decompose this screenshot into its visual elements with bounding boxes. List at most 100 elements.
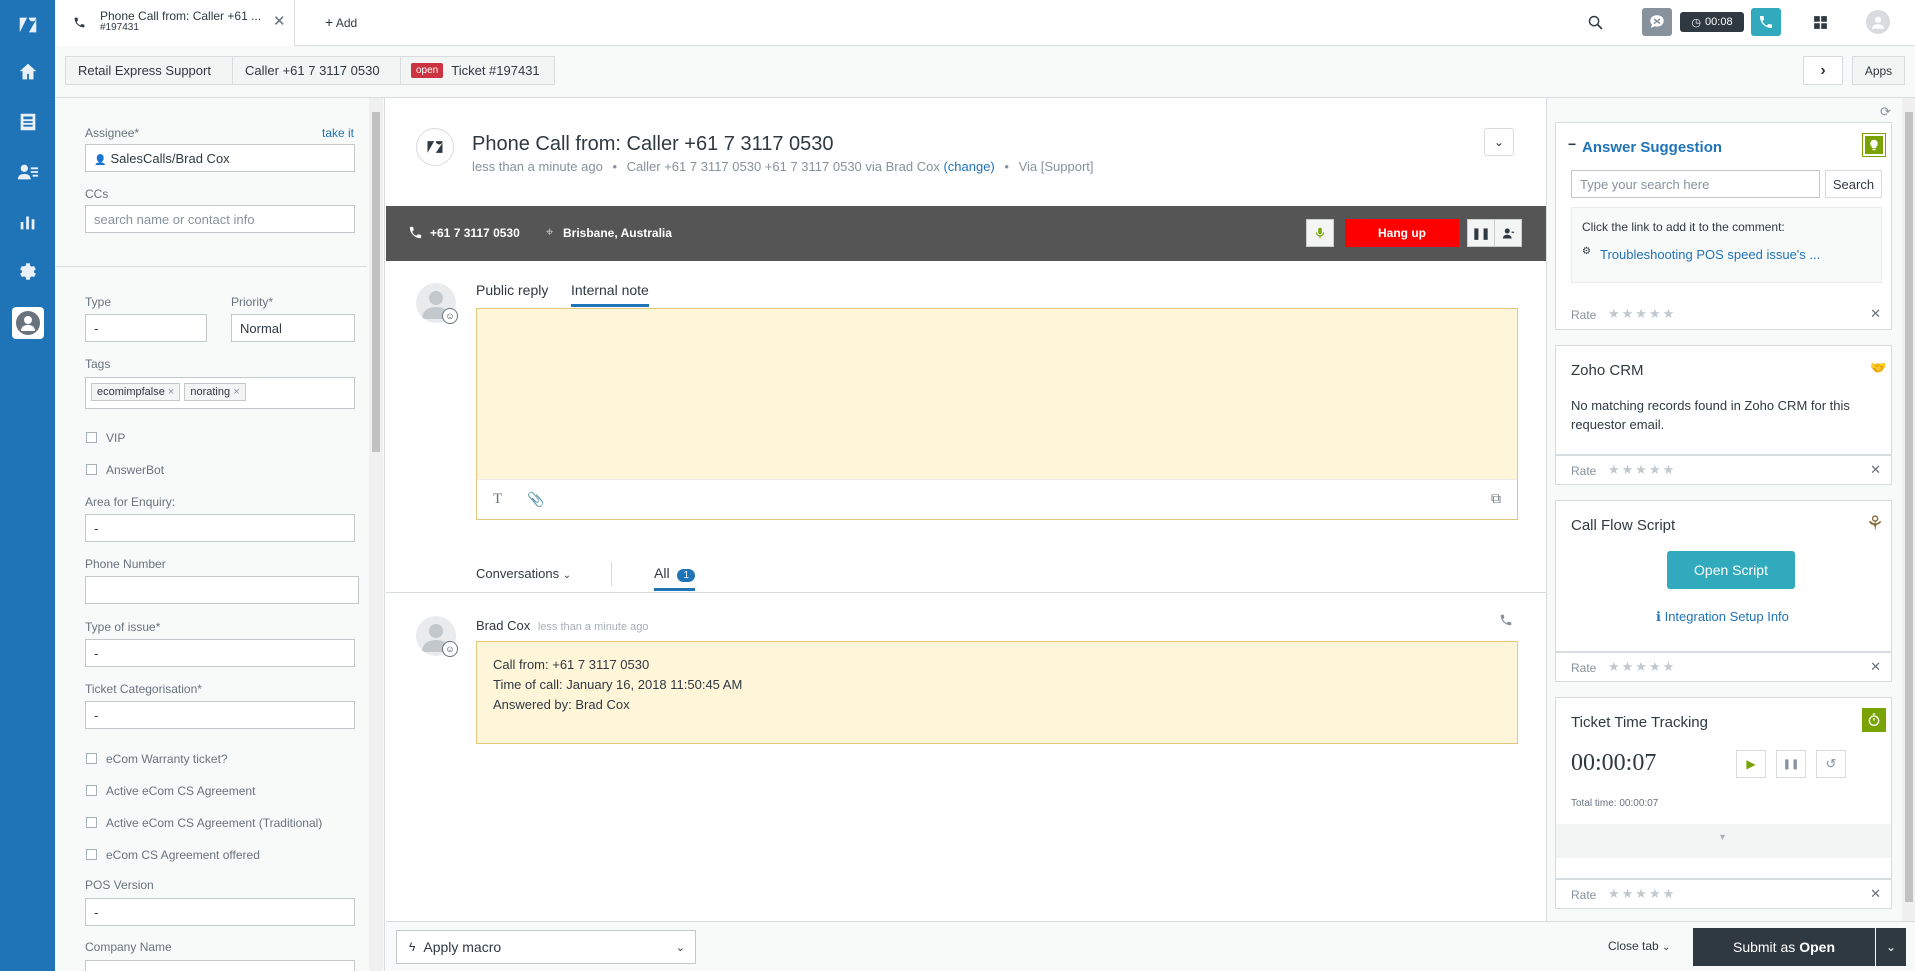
tag-remove-icon[interactable]: ×	[168, 386, 174, 398]
zoho-message: No matching records found in Zoho CRM fo…	[1571, 398, 1850, 432]
area-select[interactable]: -	[85, 514, 355, 542]
breadcrumb-caller[interactable]: Caller +61 7 3117 0530	[232, 56, 401, 85]
comment-author[interactable]: Brad Cox	[476, 618, 530, 633]
refresh-icon[interactable]: ⟳	[1880, 104, 1891, 120]
assignee-field[interactable]: 👤 SalesCalls/Brad Cox	[85, 144, 355, 172]
toggle-apps-button[interactable]: ›	[1803, 56, 1843, 85]
take-it-link[interactable]: take it	[322, 126, 354, 140]
scrollbar-thumb[interactable]	[372, 112, 380, 452]
zoho-crm-app: Zoho CRM 🤝 No matching records found in …	[1555, 345, 1892, 455]
right-scrollbar[interactable]	[1902, 98, 1915, 921]
scrollbar-thumb[interactable]	[1905, 112, 1913, 902]
text-format-icon[interactable]: T	[493, 491, 502, 508]
expand-history-toggle[interactable]: ▾	[1556, 824, 1891, 858]
tags-input[interactable]: ecomimpfalse × norating ×	[85, 377, 355, 409]
company-input[interactable]	[85, 960, 355, 971]
app-user-icon	[11, 307, 44, 339]
pos-select[interactable]: -	[85, 898, 355, 926]
microphone-icon[interactable]	[1306, 219, 1334, 247]
ecom-offered-checkbox[interactable]	[86, 849, 97, 860]
vip-checkbox[interactable]	[86, 432, 97, 443]
apply-macro-select[interactable]: ϟ Apply macro ⌄	[396, 930, 696, 964]
admin-gear-icon[interactable]	[0, 247, 55, 297]
integration-info-link[interactable]: ℹ Integration Setup Info	[1656, 609, 1789, 625]
hold-pause-icon[interactable]: ❚❚	[1467, 219, 1495, 247]
time-tracking-title: Ticket Time Tracking	[1571, 714, 1708, 731]
ticket-options-button[interactable]: ⌄	[1484, 128, 1514, 156]
close-tab-icon[interactable]: ✕	[273, 12, 286, 30]
submit-options-button[interactable]: ⌄	[1876, 928, 1906, 966]
open-script-button[interactable]: Open Script	[1667, 551, 1795, 589]
close-icon[interactable]: ✕	[1870, 462, 1881, 478]
product-tray-icon[interactable]	[1810, 12, 1830, 32]
ccs-label: CCs	[85, 187, 109, 201]
apps-button[interactable]: Apps	[1852, 56, 1905, 85]
pause-icon[interactable]: ❚❚	[1776, 750, 1806, 778]
active-ecom-trad-label: Active eCom CS Agreement (Traditional)	[106, 816, 323, 830]
close-icon[interactable]: ✕	[1870, 886, 1881, 902]
action-bar: ϟ Apply macro ⌄ Close tab ⌄ Submit as Ope…	[386, 921, 1915, 971]
hang-up-button[interactable]: Hang up	[1345, 219, 1459, 247]
issue-select[interactable]: -	[85, 639, 355, 667]
answer-search-input[interactable]: Type your search here	[1571, 170, 1820, 198]
rating-stars[interactable]: ★★★★★	[1608, 306, 1676, 322]
tag-label: norating	[190, 386, 231, 398]
rate-row: Rate ★★★★★ ✕	[1555, 652, 1892, 682]
add-tab-button[interactable]: + Add	[325, 14, 357, 30]
home-icon[interactable]	[0, 47, 55, 97]
collapse-icon[interactable]: −	[1568, 136, 1576, 152]
tag-remove-icon[interactable]: ×	[233, 386, 239, 398]
ccs-input[interactable]: search name or contact info	[85, 205, 355, 233]
active-ecom-trad-checkbox[interactable]	[86, 817, 97, 828]
close-icon[interactable]: ✕	[1870, 659, 1881, 675]
conversations-filter[interactable]: Conversations ⌄	[476, 566, 571, 581]
close-tab-dropdown[interactable]: Close tab ⌄	[1608, 939, 1670, 953]
phone-input[interactable]	[85, 576, 359, 604]
chat-status-icon[interactable]	[1642, 8, 1672, 36]
play-icon[interactable]: ▶	[1736, 750, 1766, 778]
ticket-tab[interactable]: Phone Call from: Caller +61 ... #197431 …	[55, 0, 295, 46]
ecom-warranty-checkbox[interactable]	[86, 753, 97, 764]
transfer-user-icon[interactable]	[1494, 219, 1522, 247]
breadcrumb-org[interactable]: Retail Express Support	[65, 56, 233, 85]
chevron-down-icon: ▾	[1720, 832, 1726, 843]
tab-all[interactable]: All 1	[654, 565, 696, 591]
answerbot-checkbox[interactable]	[86, 464, 97, 475]
nav-app-button[interactable]	[0, 297, 55, 349]
change-link[interactable]: (change)	[943, 159, 994, 174]
type-select[interactable]: -	[85, 314, 207, 342]
talk-phone-icon[interactable]	[1751, 8, 1781, 36]
attachment-icon[interactable]: 📎	[527, 491, 544, 508]
tab-public-reply[interactable]: Public reply	[476, 282, 548, 298]
total-time-label: Total time:	[1571, 798, 1617, 809]
close-icon[interactable]: ✕	[1870, 306, 1881, 322]
user-avatar-icon[interactable]	[1866, 10, 1890, 34]
answer-search-button[interactable]: Search	[1825, 170, 1882, 198]
customers-icon[interactable]	[0, 147, 55, 197]
left-scrollbar[interactable]	[369, 98, 383, 971]
categorisation-select[interactable]: -	[85, 701, 355, 729]
vip-label: VIP	[106, 431, 126, 445]
integration-puzzle-icon[interactable]: ⧉	[1491, 490, 1501, 507]
rating-stars[interactable]: ★★★★★	[1608, 462, 1676, 478]
rating-stars[interactable]: ★★★★★	[1608, 886, 1676, 902]
submit-button[interactable]: Submit as Open	[1693, 928, 1875, 966]
rating-stars[interactable]: ★★★★★	[1608, 659, 1676, 675]
tab-internal-note[interactable]: Internal note	[571, 282, 649, 307]
tags-label: Tags	[85, 357, 111, 371]
zoho-logo-icon: 🤝	[1870, 360, 1887, 375]
suggestion-link[interactable]: Troubleshooting POS speed issue's ...	[1600, 247, 1820, 262]
zendesk-logo-icon[interactable]	[0, 0, 55, 50]
integration-info-label: Integration Setup Info	[1664, 609, 1789, 624]
search-icon[interactable]	[1585, 12, 1605, 32]
active-ecom-checkbox[interactable]	[86, 785, 97, 796]
rate-label: Rate	[1571, 464, 1597, 478]
views-icon[interactable]	[0, 97, 55, 147]
comment-textarea[interactable]	[477, 309, 1517, 479]
breadcrumb-ticket[interactable]: open Ticket #197431	[400, 56, 555, 85]
priority-select[interactable]: Normal	[231, 314, 355, 342]
reporting-icon[interactable]	[0, 197, 55, 247]
phone-icon	[408, 225, 423, 243]
reset-icon[interactable]: ↺	[1816, 750, 1846, 778]
ticket-title[interactable]: Phone Call from: Caller +61 7 3117 0530	[472, 133, 834, 156]
